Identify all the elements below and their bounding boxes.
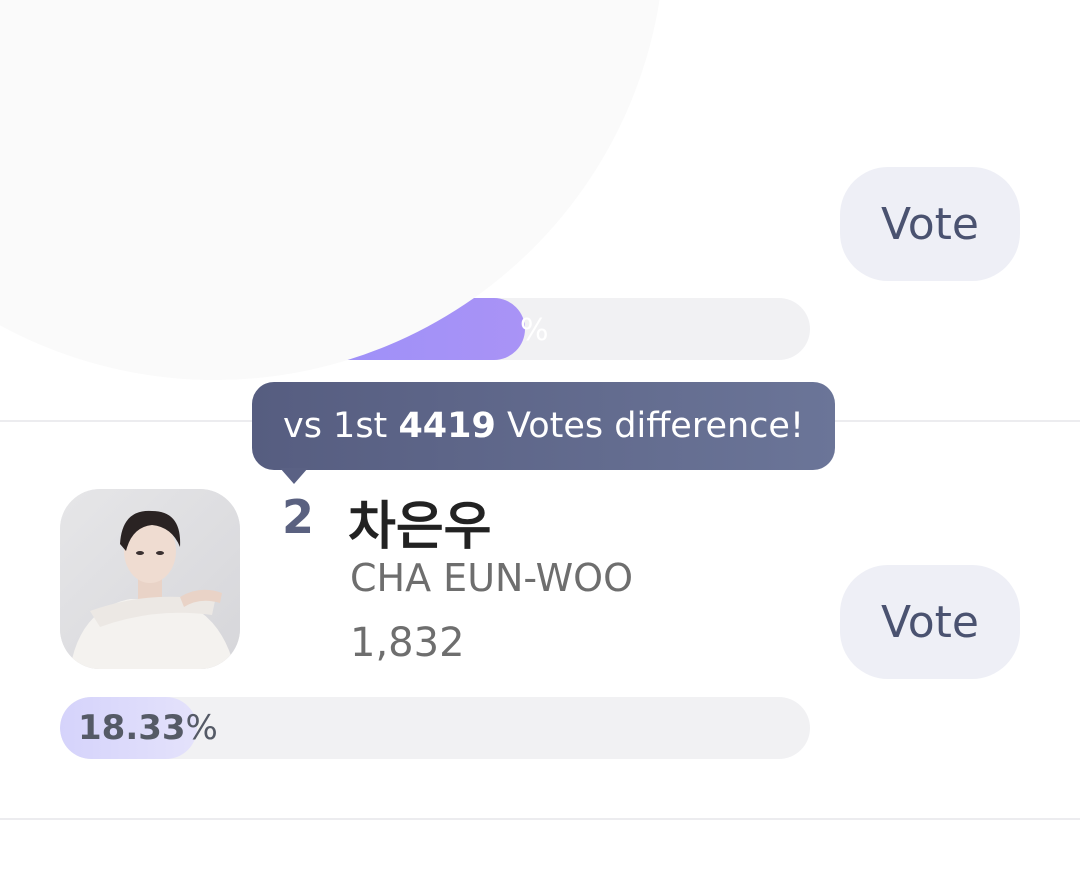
tooltip-prefix: vs 1st	[282, 406, 388, 446]
vote-button-rank-1[interactable]: Vote	[840, 167, 1020, 281]
rank-number: 2	[282, 490, 315, 544]
vote-difference-tooltip: vs 1st 4419 Votes difference!	[252, 382, 835, 470]
vote-percent-label-rank-1: %	[520, 313, 549, 348]
vote-button-rank-2[interactable]: Vote	[840, 565, 1020, 679]
tooltip-difference-value: 4419	[398, 406, 496, 446]
candidate-name-korean: 차은우	[348, 497, 492, 557]
vote-ranking-page: ok Vote %	[0, 0, 1080, 884]
tooltip-suffix: Votes difference!	[507, 406, 804, 446]
candidate-name-english: CHA EUN-WOO	[350, 556, 633, 600]
vote-percent-label-rank-2: 18.33%	[78, 697, 218, 759]
tooltip-arrow	[280, 468, 308, 484]
vote-progress-bar-rank-2: 18.33%	[60, 697, 810, 759]
vote-percent-sign: %	[185, 708, 218, 748]
row-divider	[0, 818, 1080, 820]
candidate-avatar	[60, 489, 240, 669]
vote-count: 1,832	[350, 620, 465, 666]
avatar-photo	[60, 489, 240, 669]
vote-percent-value: 18.33	[78, 708, 186, 748]
